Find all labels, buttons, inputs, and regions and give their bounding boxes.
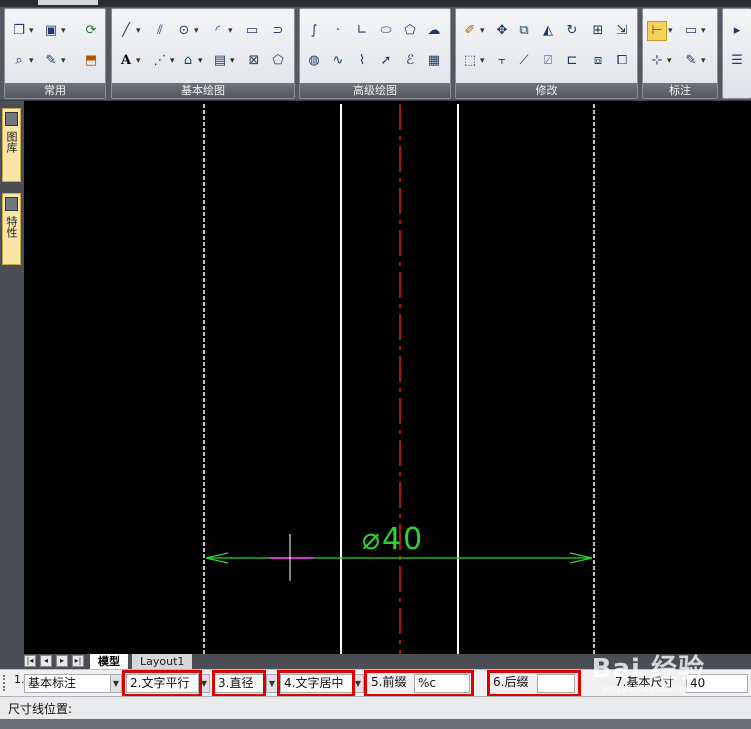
copy-icon[interactable]: ❐	[9, 21, 33, 41]
panel-advanced-draw: ∫ · ∟ ⬭ ⬠ ☁ ◍ ∿ ⌇ ➚ ℰ ▦ 高级绘图	[299, 8, 451, 99]
join-icon[interactable]: ⧈	[588, 51, 608, 71]
cad-application-window: ❐ ▣ ⟳ ⌕ ✎ ⬒ 常用 ╱ ⫽ ⊙ ◜ ▭ ⊃ A ⋰ ⌂ ▤ ⊠ ⬠ 基…	[0, 0, 751, 729]
rotate-icon[interactable]: ↻	[562, 21, 582, 41]
chevron-down-icon[interactable]: ▼	[110, 675, 121, 692]
dimension-style-select[interactable]: 基本标注 ▼	[24, 674, 122, 693]
mirror-icon[interactable]: ◭	[538, 21, 558, 41]
command-prompt: 尺寸线位置:	[8, 702, 73, 716]
command-line[interactable]: 尺寸线位置:	[0, 696, 751, 729]
refresh-icon[interactable]: ⟳	[81, 21, 101, 41]
palette-tab-properties-label: 特性	[5, 216, 18, 238]
dimension-style-icon[interactable]: ▭	[681, 21, 706, 41]
dimension-edit-icon[interactable]: ✎	[681, 51, 706, 71]
toolbar-grip[interactable]	[3, 675, 7, 691]
panel-basic-draw: ╱ ⫽ ⊙ ◜ ▭ ⊃ A ⋰ ⌂ ▤ ⊠ ⬠ 基本绘图	[111, 8, 295, 99]
point-icon[interactable]: ⌂	[178, 51, 203, 71]
dimension-line-icon[interactable]: ⋰	[150, 51, 175, 71]
freehand-icon[interactable]: ℰ	[400, 51, 420, 71]
zoom-icon[interactable]: ⌕	[9, 51, 33, 71]
revision-cloud-icon[interactable]: ☁	[424, 21, 444, 41]
highlight-box-text-align	[122, 670, 202, 697]
highlight-box-type	[212, 670, 266, 697]
zigzag-icon[interactable]: ⌇	[352, 51, 372, 71]
tab-layout1[interactable]: Layout1	[132, 654, 193, 669]
tool-palette-bar: 图库 特性	[0, 101, 24, 654]
trim-icon[interactable]: ⫟	[492, 51, 512, 71]
circle-icon[interactable]: ⊙	[174, 21, 199, 41]
panel-dimension: ⊢ ▭ ⊹ ✎ 标注	[642, 8, 718, 99]
highlight-box-prefix	[364, 670, 474, 697]
panel-title-advanced-draw: 高级绘图	[300, 83, 450, 98]
ellipse-icon[interactable]: ⬭	[376, 21, 396, 41]
ribbon-toolbar: ❐ ▣ ⟳ ⌕ ✎ ⬒ 常用 ╱ ⫽ ⊙ ◜ ▭ ⊃ A ⋰ ⌂ ▤ ⊠ ⬠ 基…	[0, 0, 751, 100]
highlight-box-suffix	[487, 670, 581, 697]
spline-icon[interactable]: ∫	[304, 21, 324, 41]
palette-tab-library[interactable]: 图库	[2, 108, 21, 182]
break-icon[interactable]: ⊏	[562, 51, 582, 71]
properties-icon	[5, 197, 18, 211]
tab-model[interactable]: 模型	[90, 654, 128, 669]
nav-first-button[interactable]: |◂	[24, 655, 36, 667]
panel-title-common: 常用	[5, 83, 105, 98]
panel-overflow: ▸ ☰	[722, 8, 751, 99]
table-icon[interactable]: ▦	[424, 51, 444, 71]
text-icon[interactable]: A	[116, 51, 141, 71]
chevron-down-icon[interactable]: ▼	[266, 675, 277, 692]
nav-next-button[interactable]: ▸	[56, 655, 68, 667]
scale-icon[interactable]: ⇲	[612, 21, 632, 41]
hatch-icon[interactable]: ▤	[210, 51, 235, 71]
expand-icon[interactable]: ▸	[727, 21, 747, 41]
status-bar-strip	[0, 719, 751, 729]
copy-object-icon[interactable]: ⧉	[514, 21, 534, 41]
watermark-url: jingyan.baidu.com	[602, 684, 695, 695]
block-icon[interactable]: ▣	[41, 21, 66, 41]
arrow-icon[interactable]: ➚	[376, 51, 396, 71]
palette-tab-library-label: 图库	[5, 131, 18, 153]
panel-modify: ✐ ✥ ⧉ ◭ ↻ ⊞ ⇲ ⬚ ⫟ ⟋ ⍁ ⊏ ⧈ ⧠ 修改	[455, 8, 638, 99]
polygon-icon[interactable]: ⬠	[400, 21, 420, 41]
explode-icon[interactable]: ⧠	[612, 51, 632, 71]
palette-tab-properties[interactable]: 特性	[2, 193, 21, 265]
line-icon[interactable]: ╱	[116, 21, 140, 41]
dot-icon[interactable]: ·	[328, 21, 348, 41]
insert-icon[interactable]: ⬒	[81, 51, 101, 71]
ribbon-tab-handle[interactable]	[38, 0, 98, 5]
panel-title-dimension: 标注	[643, 83, 717, 98]
panel-common: ❐ ▣ ⟳ ⌕ ✎ ⬒ 常用	[4, 8, 106, 99]
panel-title-basic-draw: 基本绘图	[112, 83, 294, 98]
baidu-jingyan-watermark: Bai 经验	[591, 654, 705, 684]
library-icon	[5, 112, 18, 126]
extend-icon[interactable]: ⟋	[514, 51, 534, 71]
ordinate-icon[interactable]: ⊹	[647, 51, 672, 71]
brush-icon[interactable]: ✐	[460, 21, 485, 41]
ribbon-top-strip	[0, 0, 751, 7]
linear-dimension-icon[interactable]: ⊢	[647, 21, 673, 41]
array-icon[interactable]: ⊞	[588, 21, 608, 41]
move-icon[interactable]: ✥	[492, 21, 512, 41]
donut-icon[interactable]: ◍	[304, 51, 324, 71]
drawing-svg	[203, 104, 595, 654]
region-icon[interactable]: ⬠	[268, 51, 288, 71]
nav-last-button[interactable]: ▸|	[72, 655, 84, 667]
list-icon[interactable]: ☰	[727, 51, 747, 71]
arc-icon[interactable]: ◜	[208, 21, 232, 41]
angle-icon[interactable]: ∟	[352, 21, 372, 41]
style-number: 1.	[14, 673, 25, 686]
parallel-lines-icon[interactable]: ⫽	[150, 21, 170, 41]
drawing-canvas[interactable]: ⌀40	[24, 101, 751, 654]
highlight-box-text-position	[277, 670, 355, 697]
select-box-icon[interactable]: ⬚	[460, 51, 485, 71]
dimension-text: ⌀40	[362, 522, 425, 557]
dimension-style-value: 基本标注	[28, 676, 77, 690]
polyline-icon[interactable]: ⊃	[268, 21, 288, 41]
nav-prev-button[interactable]: ◂	[40, 655, 52, 667]
stretch-icon[interactable]: ⍁	[538, 51, 558, 71]
match-properties-icon[interactable]: ✎	[41, 51, 66, 71]
boundary-icon[interactable]: ⊠	[244, 51, 264, 71]
panel-title-modify: 修改	[456, 83, 637, 98]
rectangle-icon[interactable]: ▭	[242, 21, 262, 41]
wave-icon[interactable]: ∿	[328, 51, 348, 71]
